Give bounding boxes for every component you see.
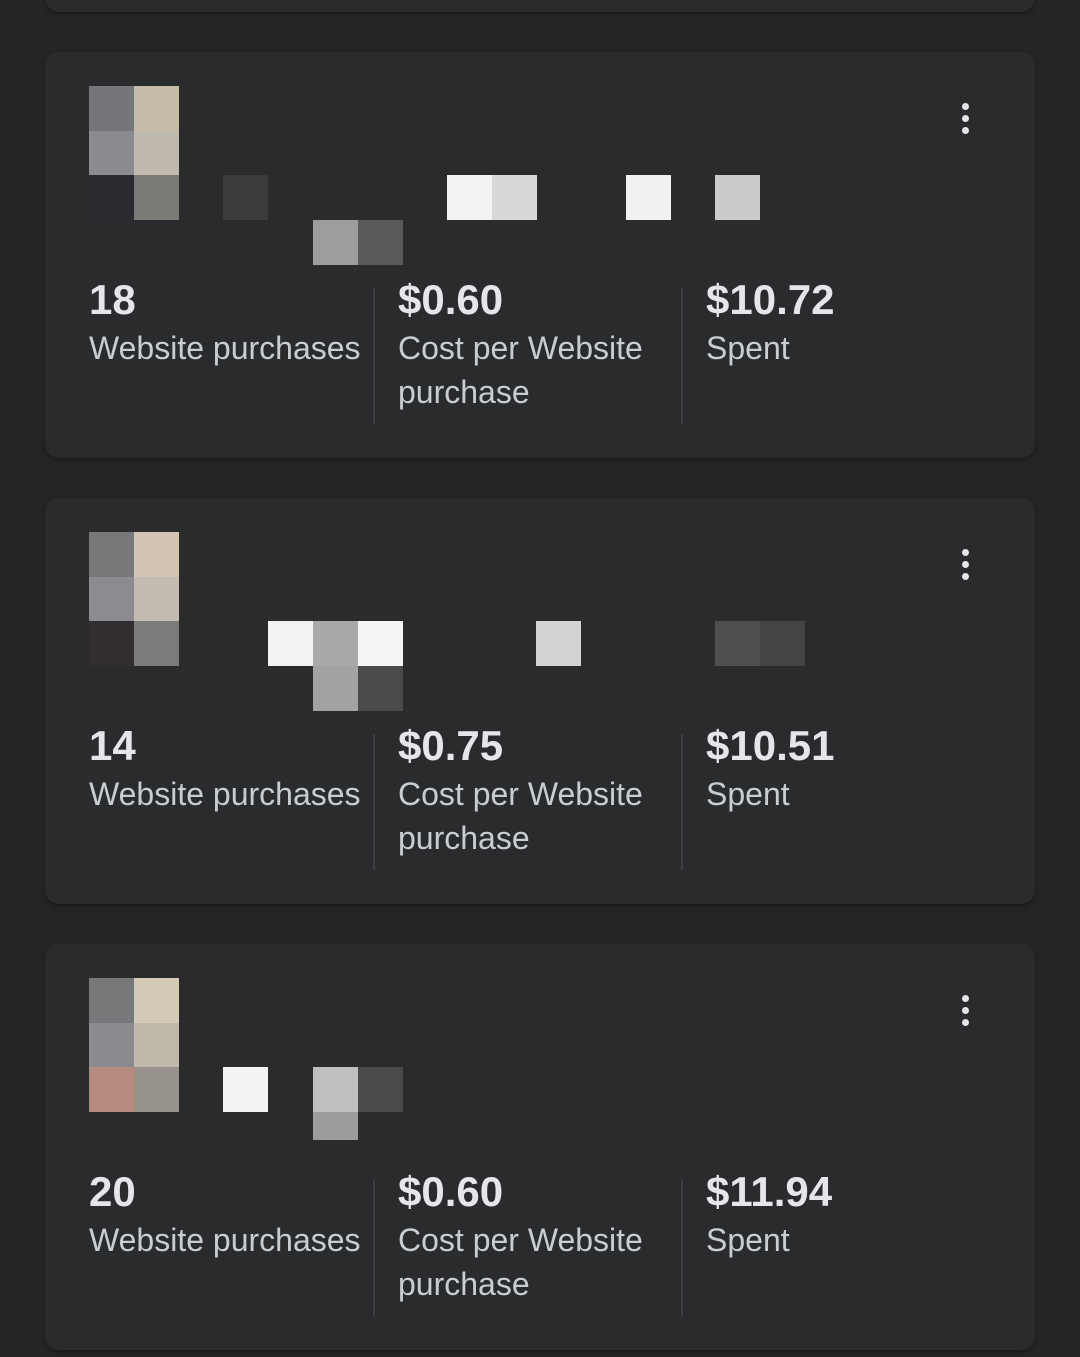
metric-divider [373,734,375,870]
metric-divider [373,288,375,424]
metric-divider [681,288,683,424]
metric-divider [681,734,683,870]
metric-spent: $10.72 Spent [706,276,986,416]
metric-value: $10.51 [706,722,835,769]
more-vertical-icon [961,102,969,110]
ad-metrics: 14 Website purchases $0.75 Cost per Webs… [45,722,1035,870]
metric-value: $11.94 [706,1168,833,1215]
metric-label: Website purchases [89,776,361,812]
metric-value: 18 [89,276,136,323]
metric-value: $0.75 [398,722,504,769]
metric-cost-per-purchase: $0.75 Cost per Website purchase [398,722,668,862]
more-options-button[interactable] [945,990,985,1030]
metric-label: Spent [706,330,790,366]
ad-metrics: 18 Website purchases $0.60 Cost per Webs… [45,276,1035,424]
metric-value: $0.60 [398,1168,504,1215]
ad-thumbnail [89,532,179,666]
metric-label: Website purchases [89,330,361,366]
metric-value: $0.60 [398,276,504,323]
ad-card-partial [45,0,1035,12]
metric-label: Spent [706,776,790,812]
metric-spent: $10.51 Spent [706,722,986,862]
metric-website-purchases: 18 Website purchases [89,276,373,416]
metric-label: Cost per Website purchase [398,1222,643,1302]
metric-value: 20 [89,1168,136,1215]
ad-card[interactable]: 20 Website purchases $0.60 Cost per Webs… [45,944,1035,1350]
more-vertical-icon [961,994,969,1002]
more-options-button[interactable] [945,98,985,138]
metric-label: Cost per Website purchase [398,776,643,856]
metric-divider [681,1180,683,1316]
metric-website-purchases: 20 Website purchases [89,1168,373,1308]
metric-website-purchases: 14 Website purchases [89,722,373,862]
ad-thumbnail [89,86,179,220]
metric-divider [373,1180,375,1316]
ad-metrics: 20 Website purchases $0.60 Cost per Webs… [45,1168,1035,1316]
ad-card[interactable]: 18 Website purchases $0.60 Cost per Webs… [45,52,1035,458]
ad-card[interactable]: 14 Website purchases $0.75 Cost per Webs… [45,498,1035,904]
metric-label: Website purchases [89,1222,361,1258]
metric-cost-per-purchase: $0.60 Cost per Website purchase [398,1168,668,1308]
ad-thumbnail [89,978,179,1112]
more-options-button[interactable] [945,544,985,584]
metric-value: 14 [89,722,136,769]
metric-spent: $11.94 Spent [706,1168,986,1308]
metric-label: Spent [706,1222,790,1258]
metric-cost-per-purchase: $0.60 Cost per Website purchase [398,276,668,416]
metric-value: $10.72 [706,276,835,323]
metric-label: Cost per Website purchase [398,330,643,410]
more-vertical-icon [961,548,969,556]
ads-list-screen: 18 Website purchases $0.60 Cost per Webs… [0,0,1080,1357]
